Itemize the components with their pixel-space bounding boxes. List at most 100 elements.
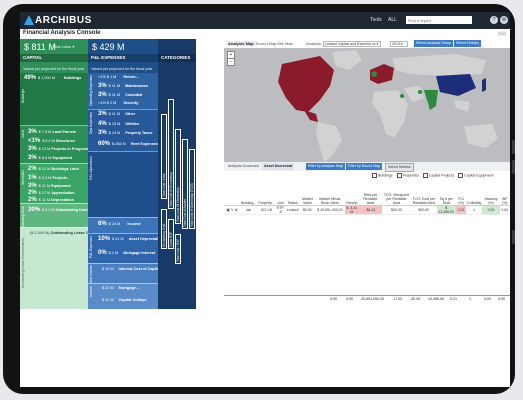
category-box[interactable]: Occupancy Cost <box>161 209 167 249</box>
settings-icon[interactable]: ⚙ <box>500 16 508 24</box>
pnl-band-outlays[interactable]: Income $ 22 M Mortgage... $ 10 M Capital… <box>88 283 158 309</box>
category-box[interactable]: Total Cost / Area <box>161 114 167 199</box>
checkbox-properties[interactable] <box>396 173 402 178</box>
table-cell: RTP-S <box>275 205 287 215</box>
pnl-row[interactable]: <1% $ 1 M Refurb... <box>98 75 139 79</box>
capital-band-lease[interactable]: Outstanding Lease Commitments ($ 2,500 M… <box>20 227 111 309</box>
tools-menu[interactable]: Tools <box>370 17 382 23</box>
zoom-out-button[interactable]: − <box>227 58 235 66</box>
table-col-header[interactable]: Vacancy (%) <box>482 179 500 206</box>
pnl-band-internal[interactable]: Realized Income $ 15 M Internal Cost of … <box>88 263 160 290</box>
select-metrics-button[interactable]: Select Metrics <box>385 163 414 172</box>
band-label: Buildings <box>21 89 25 103</box>
table-col-header[interactable]: TCO: Workpoint per Rentable Area <box>381 179 412 206</box>
capital-row[interactable]: 3% $ 7.5 M Land Parcels <box>28 129 76 135</box>
table-col-header[interactable]: Rent/yr <box>344 179 360 206</box>
console-titlebar: Financial Analysis Console ⊙⊟ <box>20 29 510 39</box>
capital-row[interactable]: 2% $ 12 M Buildings Land <box>28 166 79 172</box>
pnl-row[interactable]: 10% $ 41 M Asset Depreciation <box>98 236 163 242</box>
capital-row[interactable]: 2% $ 17 M Appreciation <box>28 190 75 196</box>
pnl-row[interactable]: 3% $ 11 M Maintenance <box>98 83 148 89</box>
africa-marker <box>400 94 404 98</box>
filter-analysis-map-button[interactable]: Filter by Analysis Map <box>306 163 345 170</box>
row-action-icons[interactable]: ▣ ✎ ⊕ <box>224 205 240 215</box>
table-col-header[interactable]: Status <box>286 179 300 206</box>
capital-row[interactable]: 3% $ 8.6 M Equipment <box>28 155 72 161</box>
capital-row[interactable]: 1% $ 9.2 M Projects <box>28 175 67 181</box>
asset-table: Building... Property... Use Status Marke… <box>224 179 510 215</box>
capital-band-debt[interactable]: Outstanding Debt 30% $ 3.9 M Outstanding … <box>20 203 107 232</box>
pnl-row[interactable]: 60% $ 266 M Rent Expenses <box>98 141 158 147</box>
total-cell: 10,456.00 <box>428 297 444 301</box>
panel-controls-icon[interactable]: ⊙⊟ <box>498 31 506 37</box>
category-box[interactable]: Total Cost of Occupancy <box>168 99 174 209</box>
page-title: Financial Analysis Console <box>23 30 101 36</box>
pnl-row[interactable]: <1% $ 2 M Security <box>98 101 138 105</box>
select-fields-button[interactable]: Select Field(s) <box>454 40 481 47</box>
analysis-select[interactable]: Leased Capital and Expense vs ▾ <box>323 41 381 47</box>
table-col-header[interactable]: WP (%) <box>499 179 510 206</box>
capital-row[interactable]: 3% $ 11 M Equipment <box>28 183 71 189</box>
pnl-row[interactable]: 3% $ 11 M Other <box>98 111 135 117</box>
select-analysis-group-button[interactable]: Select Analysis Group <box>414 40 454 47</box>
pnl-row[interactable]: 4% $ 15 M Utilities <box>98 121 139 127</box>
category-box[interactable]: Total Cost / RSF <box>175 234 181 264</box>
capital-row[interactable]: <1% $ 5.4 M Structures <box>28 138 75 144</box>
category-box[interactable]: Costs RSF <box>168 219 174 249</box>
pnl-band-expenses[interactable]: Ops Expenses 3% $ 11 M Other 4% $ 15 M Uti… <box>88 109 158 151</box>
table-col-header[interactable]: Criticality <box>466 179 483 206</box>
capital-row[interactable]: 3% $ 13 M Projects in Progress <box>28 146 88 152</box>
table-col-header[interactable]: Rent per Rentable Area <box>359 179 382 206</box>
table-col-header[interactable]: Use <box>275 179 287 206</box>
pnl-band-ops[interactable]: Operating Expenses <1% $ 1 M Refurb... 3… <box>88 73 158 109</box>
checkbox-capital-projects[interactable] <box>422 173 428 178</box>
table-col-header[interactable]: TCO: Cost per Rentable Area <box>411 179 437 206</box>
band-label: Outstanding Lease Commitments <box>21 238 25 289</box>
category-box[interactable]: Total Cost of Assets <box>182 139 188 229</box>
table-col-header[interactable]: Sq ft per Seat <box>436 179 456 206</box>
se-asia <box>454 100 470 112</box>
pnl-row[interactable]: 6% $ 24 M Income <box>98 221 141 227</box>
category-box[interactable]: Total Cost Of Ownership <box>175 129 181 224</box>
capital-band-land[interactable]: Land 3% $ 7.5 M Land Parcels <1% $ 5.4 M S… <box>20 125 88 163</box>
table-col-header[interactable]: FCI (%) <box>455 179 467 206</box>
filter-bound-map-button[interactable]: Filter by Bound Map <box>346 163 383 170</box>
tab-site-map[interactable]: Site Map <box>277 41 293 46</box>
tab-asset-scorecard[interactable]: Asset Scorecard <box>262 163 295 170</box>
category-box[interactable]: Total Cost of Ownership (TCO) <box>189 149 195 229</box>
pnl-row[interactable]: 0% $ 1 M Mortgage Interest <box>98 250 155 256</box>
checkbox-buildings[interactable] <box>372 173 377 178</box>
pnl-band-operations[interactable]: P&L Operations <box>88 151 158 217</box>
checkbox-capital-equipment[interactable] <box>458 173 464 178</box>
pnl-band-capital-costs[interactable]: P&L Expenses 10% $ 41 M Asset Depreciatio… <box>88 233 163 263</box>
tab-bound-map[interactable]: Bound Map <box>256 41 276 46</box>
pnl-row[interactable]: 3% $ 11 M Custodial <box>98 92 142 98</box>
capital-band-securities[interactable]: Securities 2% $ 12 M Buildings Land 1% $ 9… <box>20 163 88 203</box>
table-col-header[interactable]: Market Value <box>299 179 316 206</box>
pnl-row[interactable]: 3% $ 14 M Property Taxes <box>98 130 153 136</box>
table-col-header[interactable]: Property... <box>257 179 276 206</box>
world-map[interactable]: + − <box>224 48 510 162</box>
capital-band-buildings[interactable]: 49% $ 1,000 M Buildings Buildings <box>20 73 88 125</box>
search-input[interactable] <box>406 16 472 24</box>
tab-analysis-scorecard[interactable]: Analysis Scorecard <box>226 163 261 170</box>
archibus-logo-icon <box>24 15 34 25</box>
tab-analysis-map[interactable]: Analysis Map <box>226 41 256 46</box>
tablet-side-button <box>512 140 515 154</box>
table-cell: 0.00 <box>482 205 500 215</box>
help-icon[interactable]: ? <box>490 16 498 24</box>
pnl-row[interactable]: $ 10 M Capital Outlays <box>102 298 146 302</box>
table-row[interactable]: ▣ ✎ ⊕ lab SCI-LB RTP-S Leased $0.00 $ 20… <box>224 205 510 215</box>
pnl-row[interactable]: $ 15 M Internal Cost of Capital <box>102 267 160 271</box>
table-col-header[interactable]: Building... <box>240 179 258 206</box>
table-cell: $ 12,456.00 <box>436 205 456 215</box>
all-menu[interactable]: ALL <box>388 17 397 23</box>
australia <box>464 124 498 148</box>
pnl-band-income[interactable]: 6% $ 24 M Income <box>88 217 158 233</box>
capital-value-dropdown[interactable]: Total value ▾ <box>52 44 74 49</box>
map-tabs: Analysis Map Bound Map Site Map Analysis… <box>224 39 510 48</box>
pnl-row[interactable]: $ 22 M Mortgage... <box>102 286 139 290</box>
table-col-header[interactable]: Market Minus Book Value <box>315 179 345 206</box>
year-select[interactable]: 2019 ▾ <box>390 41 408 47</box>
capital-top-row[interactable]: 49% $ 1,000 M Buildings <box>24 75 81 81</box>
